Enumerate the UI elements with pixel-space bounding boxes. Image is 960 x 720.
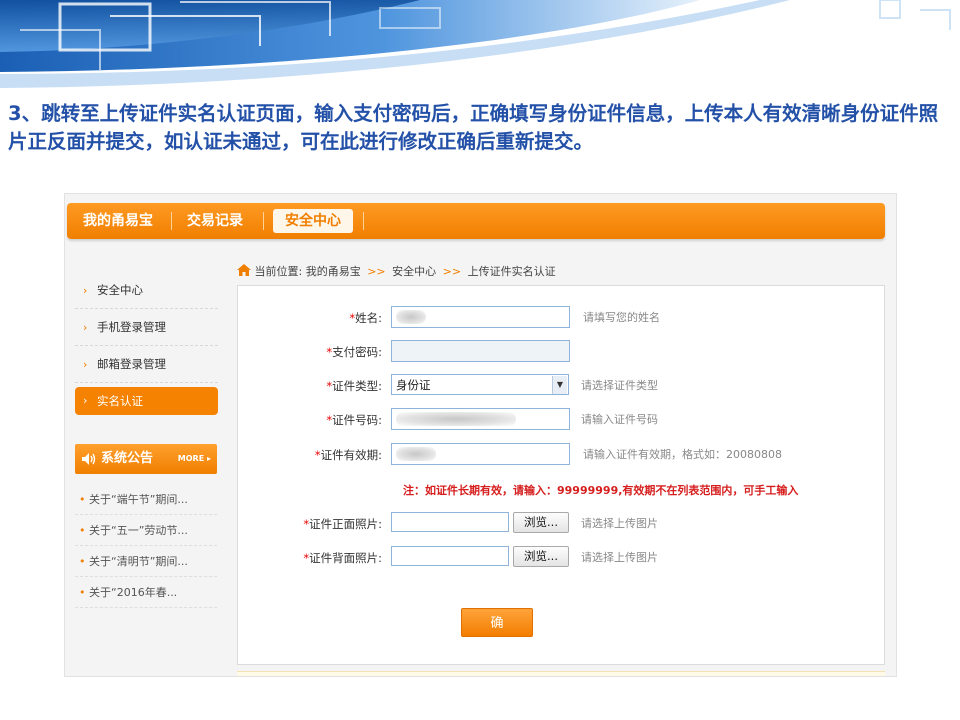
pay-password-input[interactable] [391, 340, 570, 362]
speaker-icon [82, 453, 96, 465]
dropdown-arrow-icon[interactable]: ▼ [552, 376, 567, 394]
breadcrumb: 当前位置: 我的甬易宝 >> 安全中心 >> 上传证件实名认证 [237, 264, 556, 280]
breadcrumb-separator: >> [367, 265, 386, 278]
verification-form: *姓名: 请填写您的姓名 *支付密码: *证件类型: 身份证 ▼ 请选择证件类型… [237, 285, 885, 665]
back-photo-file-input[interactable] [391, 546, 509, 566]
redacted-value [396, 447, 436, 461]
pay-password-label: *支付密码: [238, 340, 382, 364]
name-hint: 请填写您的姓名 [583, 311, 660, 324]
sidebar-item-label: 实名认证 [97, 394, 143, 408]
tab-my-account[interactable]: 我的甬易宝 [83, 203, 153, 239]
name-label: *姓名: [238, 306, 382, 330]
submit-button[interactable]: 确 定 [461, 608, 533, 660]
list-item[interactable]: 关于“五一”劳动节... [75, 515, 217, 546]
list-item[interactable]: 关于“清明节”期间... [75, 546, 217, 577]
chevron-right-icon: › [83, 358, 88, 371]
more-label: MORE [177, 454, 205, 463]
front-photo-browse-button[interactable]: 浏览... [513, 512, 569, 533]
instruction-text: 3、跳转至上传证件实名认证页面，输入支付密码后，正确填写身份证件信息，上传本人有… [8, 102, 939, 153]
validity-input[interactable] [391, 443, 570, 465]
breadcrumb-separator: >> [442, 265, 462, 278]
cert-type-select[interactable]: 身份证 ▼ [391, 374, 569, 395]
sidebar-item-real-name[interactable]: › 实名认证 [75, 387, 218, 415]
validity-label-text: 证件有效期: [320, 448, 382, 462]
cert-number-label-text: 证件号码: [332, 413, 382, 427]
list-item[interactable]: 关于“2016年春... [75, 577, 217, 608]
front-photo-file-input[interactable] [391, 512, 509, 532]
sidebar-item-label: 手机登录管理 [97, 320, 166, 334]
cert-number-label: *证件号码: [238, 408, 382, 432]
chevron-right-icon: › [83, 321, 88, 334]
breadcrumb-item-current: 上传证件实名认证 [467, 265, 556, 278]
redacted-value [396, 310, 426, 324]
sidebar-item-phone-login[interactable]: › 手机登录管理 [75, 309, 218, 346]
front-photo-label: *证件正面照片: [238, 512, 382, 536]
footer-strip [237, 671, 885, 676]
breadcrumb-item-my-account[interactable]: 我的甬易宝 [306, 265, 361, 278]
front-photo-hint: 请选择上传图片 [581, 517, 658, 530]
system-notice-header: 系统公告 MORE ▸ [75, 444, 217, 474]
pay-password-label-text: 支付密码: [332, 345, 382, 359]
nav-divider [263, 212, 264, 230]
back-photo-browse-button[interactable]: 浏览... [513, 546, 569, 567]
slide-header-graphic [0, 0, 960, 92]
tab-transactions[interactable]: 交易记录 [187, 203, 243, 239]
cert-number-input[interactable] [391, 408, 570, 430]
validity-label: *证件有效期: [238, 443, 382, 467]
breadcrumb-prefix: 当前位置: [254, 265, 303, 278]
validity-hint: 请输入证件有效期，格式如：20080808 [583, 448, 782, 461]
front-photo-label-text: 证件正面照片: [309, 517, 382, 531]
top-nav: 我的甬易宝 交易记录 安全中心 [67, 203, 885, 239]
breadcrumb-item-security[interactable]: 安全中心 [392, 265, 436, 278]
notice-list: 关于“端午节”期间... 关于“五一”劳动节... 关于“清明节”期间... 关… [75, 484, 217, 608]
sidebar-item-label: 邮箱登录管理 [97, 357, 166, 371]
header-wave-graphic [0, 0, 960, 92]
tab-security-center[interactable]: 安全中心 [273, 209, 353, 233]
sidebar-item-email-login[interactable]: › 邮箱登录管理 [75, 346, 218, 383]
notice-title: 系统公告 [101, 451, 154, 466]
home-icon [237, 264, 251, 276]
cert-type-hint: 请选择证件类型 [581, 379, 658, 392]
sidebar: › 安全中心 › 手机登录管理 › 邮箱登录管理 › 实名认证 [75, 272, 218, 415]
back-photo-label: *证件背面照片: [238, 546, 382, 570]
sidebar-item-security[interactable]: › 安全中心 [75, 272, 218, 309]
chevron-right-icon: › [83, 284, 88, 297]
sidebar-item-label: 安全中心 [97, 283, 143, 297]
cert-type-label: *证件类型: [238, 374, 382, 398]
chevron-right-icon: › [83, 394, 88, 407]
more-link[interactable]: MORE ▸ [178, 454, 211, 463]
list-item[interactable]: 关于“端午节”期间... [75, 484, 217, 515]
embedded-screenshot: 我的甬易宝 交易记录 安全中心 当前位置: 我的甬易宝 >> 安全中心 >> 上… [64, 193, 897, 677]
cert-number-hint: 请输入证件号码 [581, 413, 658, 426]
nav-divider [363, 212, 364, 230]
name-input[interactable] [391, 306, 570, 328]
nav-divider [171, 212, 172, 230]
cert-type-value: 身份证 [396, 378, 431, 392]
back-photo-hint: 请选择上传图片 [581, 551, 658, 564]
name-label-text: 姓名: [355, 311, 382, 325]
long-term-validity-note: 注：如证件长期有效，请输入：99999999,有效期不在列表范围内，可手工输入 [403, 484, 799, 497]
redacted-value [396, 412, 516, 426]
cert-type-label-text: 证件类型: [332, 379, 382, 393]
back-photo-label-text: 证件背面照片: [309, 551, 382, 565]
